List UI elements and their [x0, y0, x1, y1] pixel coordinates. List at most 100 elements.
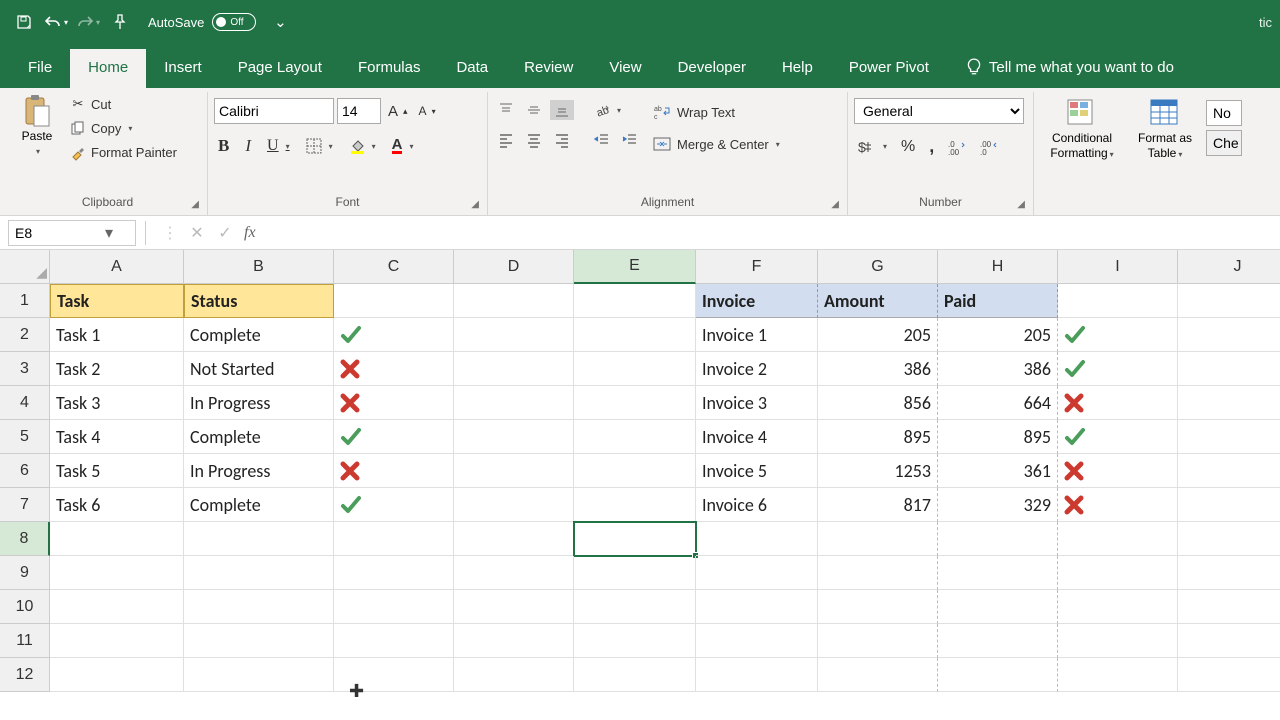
- undo-icon[interactable]: ▾: [40, 8, 72, 36]
- cell-style-check[interactable]: Che: [1206, 130, 1242, 156]
- column-header-A[interactable]: A: [50, 250, 184, 284]
- cell-J3[interactable]: [1178, 352, 1280, 386]
- cell-A12[interactable]: [50, 658, 184, 692]
- cell-C3[interactable]: [334, 352, 454, 386]
- select-all-triangle[interactable]: ◢: [0, 250, 50, 284]
- cell-F6[interactable]: Invoice 5: [696, 454, 818, 488]
- cell-D7[interactable]: [454, 488, 574, 522]
- cell-G9[interactable]: [818, 556, 938, 590]
- column-header-J[interactable]: J: [1178, 250, 1280, 284]
- cell-C11[interactable]: [334, 624, 454, 658]
- cell-C10[interactable]: [334, 590, 454, 624]
- cell-I5[interactable]: [1058, 420, 1178, 454]
- cell-G2[interactable]: 205: [818, 318, 938, 352]
- cell-G4[interactable]: 856: [818, 386, 938, 420]
- cell-E4[interactable]: [574, 386, 696, 420]
- row-header-2[interactable]: 2: [0, 318, 50, 352]
- cell-I2[interactable]: [1058, 318, 1178, 352]
- cell-D11[interactable]: [454, 624, 574, 658]
- column-header-H[interactable]: H: [938, 250, 1058, 284]
- cell-A6[interactable]: Task 5: [50, 454, 184, 488]
- increase-font-icon[interactable]: A▴: [384, 101, 412, 122]
- cell-H11[interactable]: [938, 624, 1058, 658]
- cell-B9[interactable]: [184, 556, 334, 590]
- cell-D1[interactable]: [454, 284, 574, 318]
- align-center-icon[interactable]: [522, 130, 546, 150]
- cancel-formula-icon[interactable]: ✕: [188, 223, 206, 243]
- cell-I4[interactable]: [1058, 386, 1178, 420]
- tab-view[interactable]: View: [591, 49, 659, 88]
- row-header-12[interactable]: 12: [0, 658, 50, 692]
- cell-H10[interactable]: [938, 590, 1058, 624]
- column-header-C[interactable]: C: [334, 250, 454, 284]
- cell-A4[interactable]: Task 3: [50, 386, 184, 420]
- cell-J4[interactable]: [1178, 386, 1280, 420]
- cell-G3[interactable]: 386: [818, 352, 938, 386]
- cell-E11[interactable]: [574, 624, 696, 658]
- cell-J11[interactable]: [1178, 624, 1280, 658]
- format-painter-button[interactable]: Format Painter: [66, 142, 181, 162]
- cell-B5[interactable]: Complete: [184, 420, 334, 454]
- cell-C2[interactable]: [334, 318, 454, 352]
- cell-H2[interactable]: 205: [938, 318, 1058, 352]
- increase-decimal-icon[interactable]: .0.00: [944, 137, 970, 157]
- cell-G8[interactable]: [818, 522, 938, 556]
- cell-J6[interactable]: [1178, 454, 1280, 488]
- cell-D5[interactable]: [454, 420, 574, 454]
- tab-formulas[interactable]: Formulas: [340, 49, 439, 88]
- tab-page-layout[interactable]: Page Layout: [220, 49, 340, 88]
- row-header-8[interactable]: 8: [0, 522, 50, 556]
- format-as-table-button[interactable]: Format as Table▾: [1130, 96, 1200, 161]
- tab-data[interactable]: Data: [438, 49, 506, 88]
- cell-B2[interactable]: Complete: [184, 318, 334, 352]
- cell-E12[interactable]: [574, 658, 696, 692]
- percent-format-icon[interactable]: %: [897, 136, 919, 158]
- bold-button[interactable]: B: [214, 134, 233, 158]
- cell-F4[interactable]: Invoice 3: [696, 386, 818, 420]
- fill-color-button[interactable]: ▾: [345, 136, 380, 156]
- column-header-B[interactable]: B: [184, 250, 334, 284]
- font-dialog-icon[interactable]: ◢: [471, 198, 479, 212]
- qat-customize-icon[interactable]: ⌄: [264, 8, 296, 36]
- cell-E1[interactable]: [574, 284, 696, 318]
- cell-F10[interactable]: [696, 590, 818, 624]
- cell-G1[interactable]: Amount: [818, 284, 938, 318]
- cell-H8[interactable]: [938, 522, 1058, 556]
- cell-I7[interactable]: [1058, 488, 1178, 522]
- row-header-7[interactable]: 7: [0, 488, 50, 522]
- merge-center-button[interactable]: Merge & Center▾: [648, 132, 784, 156]
- cell-J8[interactable]: [1178, 522, 1280, 556]
- cell-D8[interactable]: [454, 522, 574, 556]
- cell-H4[interactable]: 664: [938, 386, 1058, 420]
- italic-button[interactable]: I: [241, 134, 255, 158]
- borders-button[interactable]: ▾: [302, 136, 337, 156]
- cell-D6[interactable]: [454, 454, 574, 488]
- cell-B12[interactable]: [184, 658, 334, 692]
- cell-G10[interactable]: [818, 590, 938, 624]
- wrap-text-button[interactable]: abcWrap Text: [648, 100, 784, 124]
- cell-F8[interactable]: [696, 522, 818, 556]
- tab-home[interactable]: Home: [70, 49, 146, 88]
- row-header-10[interactable]: 10: [0, 590, 50, 624]
- cell-G12[interactable]: [818, 658, 938, 692]
- column-header-E[interactable]: E: [574, 250, 696, 284]
- cell-J9[interactable]: [1178, 556, 1280, 590]
- cell-D9[interactable]: [454, 556, 574, 590]
- cell-C4[interactable]: [334, 386, 454, 420]
- decrease-indent-icon[interactable]: [590, 130, 614, 150]
- cell-A11[interactable]: [50, 624, 184, 658]
- alignment-dialog-icon[interactable]: ◢: [831, 198, 839, 212]
- cell-D12[interactable]: [454, 658, 574, 692]
- cell-A7[interactable]: Task 6: [50, 488, 184, 522]
- tab-review[interactable]: Review: [506, 49, 591, 88]
- increase-indent-icon[interactable]: [618, 130, 642, 150]
- column-header-G[interactable]: G: [818, 250, 938, 284]
- cell-I6[interactable]: [1058, 454, 1178, 488]
- cell-G11[interactable]: [818, 624, 938, 658]
- row-header-4[interactable]: 4: [0, 386, 50, 420]
- tab-help[interactable]: Help: [764, 49, 831, 88]
- cell-E10[interactable]: [574, 590, 696, 624]
- cell-F7[interactable]: Invoice 6: [696, 488, 818, 522]
- paste-button[interactable]: Paste▾: [14, 94, 60, 158]
- cell-D10[interactable]: [454, 590, 574, 624]
